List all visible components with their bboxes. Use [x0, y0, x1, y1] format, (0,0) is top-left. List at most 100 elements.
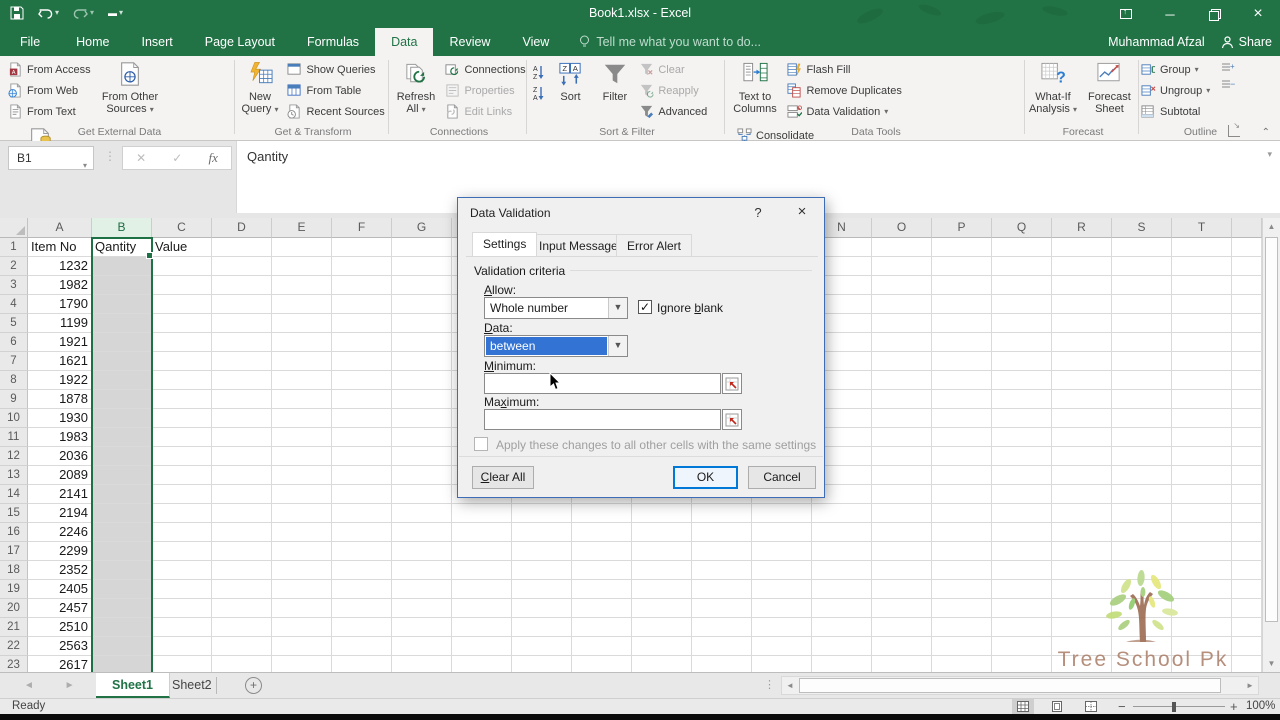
- cell-D23[interactable]: [212, 656, 272, 672]
- cell-B5[interactable]: [92, 314, 152, 333]
- cell-E20[interactable]: [272, 599, 332, 618]
- cell-C1[interactable]: Value: [152, 238, 212, 257]
- cell-A20[interactable]: 2457: [28, 599, 92, 618]
- cell-O18[interactable]: [872, 561, 932, 580]
- data-dropdown-icon[interactable]: ▼: [608, 336, 627, 356]
- tab-review[interactable]: Review: [433, 28, 506, 56]
- cell-R14[interactable]: [1052, 485, 1112, 504]
- cell-M16[interactable]: [752, 523, 812, 542]
- cell-S7[interactable]: [1112, 352, 1172, 371]
- vertical-scrollbar[interactable]: ▲ ▼: [1262, 218, 1280, 672]
- cell-L19[interactable]: [692, 580, 752, 599]
- cell-S8[interactable]: [1112, 371, 1172, 390]
- column-header-Q[interactable]: Q: [992, 218, 1052, 238]
- cell-C10[interactable]: [152, 409, 212, 428]
- tab-page-layout[interactable]: Page Layout: [189, 28, 291, 56]
- column-header-P[interactable]: P: [932, 218, 992, 238]
- cell-partial14[interactable]: [1232, 485, 1262, 504]
- cell-A9[interactable]: 1878: [28, 390, 92, 409]
- row-header-6[interactable]: 6: [0, 333, 28, 352]
- cell-O12[interactable]: [872, 447, 932, 466]
- cell-B1[interactable]: Qantity: [92, 238, 152, 257]
- outline-dialog-launcher[interactable]: [1228, 125, 1240, 137]
- cell-T5[interactable]: [1172, 314, 1232, 333]
- cell-R8[interactable]: [1052, 371, 1112, 390]
- cell-H18[interactable]: [452, 561, 512, 580]
- cell-O13[interactable]: [872, 466, 932, 485]
- insert-function-icon[interactable]: fx: [209, 150, 218, 166]
- cell-G6[interactable]: [392, 333, 452, 352]
- cell-T7[interactable]: [1172, 352, 1232, 371]
- cell-B10[interactable]: [92, 409, 152, 428]
- column-header-D[interactable]: D: [212, 218, 272, 238]
- cell-C11[interactable]: [152, 428, 212, 447]
- cell-P13[interactable]: [932, 466, 992, 485]
- cell-L22[interactable]: [692, 637, 752, 656]
- cell-partial10[interactable]: [1232, 409, 1262, 428]
- tab-home[interactable]: Home: [60, 28, 125, 56]
- cell-C9[interactable]: [152, 390, 212, 409]
- cell-F14[interactable]: [332, 485, 392, 504]
- cell-G2[interactable]: [392, 257, 452, 276]
- cell-B2[interactable]: [92, 257, 152, 276]
- cell-C13[interactable]: [152, 466, 212, 485]
- subtotal-button[interactable]: Subtotal: [1141, 101, 1210, 122]
- cell-T13[interactable]: [1172, 466, 1232, 485]
- cell-T8[interactable]: [1172, 371, 1232, 390]
- cell-O1[interactable]: [872, 238, 932, 257]
- cell-J16[interactable]: [572, 523, 632, 542]
- cell-P15[interactable]: [932, 504, 992, 523]
- cell-G3[interactable]: [392, 276, 452, 295]
- cell-Q7[interactable]: [992, 352, 1052, 371]
- cell-G19[interactable]: [392, 580, 452, 599]
- cell-P22[interactable]: [932, 637, 992, 656]
- cell-B20[interactable]: [92, 599, 152, 618]
- row-header-22[interactable]: 22: [0, 637, 28, 656]
- cell-D7[interactable]: [212, 352, 272, 371]
- cell-R3[interactable]: [1052, 276, 1112, 295]
- cell-D15[interactable]: [212, 504, 272, 523]
- column-header-partial[interactable]: [1232, 218, 1262, 238]
- cell-E16[interactable]: [272, 523, 332, 542]
- cell-Q17[interactable]: [992, 542, 1052, 561]
- cell-S20[interactable]: [1112, 599, 1172, 618]
- cell-E8[interactable]: [272, 371, 332, 390]
- cell-Q15[interactable]: [992, 504, 1052, 523]
- cell-E17[interactable]: [272, 542, 332, 561]
- cell-K20[interactable]: [632, 599, 692, 618]
- cell-partial18[interactable]: [1232, 561, 1262, 580]
- row-header-7[interactable]: 7: [0, 352, 28, 371]
- scroll-up-icon[interactable]: ▲: [1263, 218, 1280, 235]
- cell-S10[interactable]: [1112, 409, 1172, 428]
- cell-K15[interactable]: [632, 504, 692, 523]
- row-header-9[interactable]: 9: [0, 390, 28, 409]
- cell-Q23[interactable]: [992, 656, 1052, 672]
- ribbon-display-options-button[interactable]: [1104, 0, 1148, 28]
- cell-O7[interactable]: [872, 352, 932, 371]
- recent-sources-button[interactable]: Recent Sources: [287, 101, 384, 122]
- cell-O9[interactable]: [872, 390, 932, 409]
- cell-D17[interactable]: [212, 542, 272, 561]
- cell-E3[interactable]: [272, 276, 332, 295]
- cell-P17[interactable]: [932, 542, 992, 561]
- cell-O2[interactable]: [872, 257, 932, 276]
- cell-B8[interactable]: [92, 371, 152, 390]
- cell-H20[interactable]: [452, 599, 512, 618]
- cell-O3[interactable]: [872, 276, 932, 295]
- cell-J22[interactable]: [572, 637, 632, 656]
- maximum-range-selector-button[interactable]: [722, 409, 742, 430]
- cell-P6[interactable]: [932, 333, 992, 352]
- cell-partial4[interactable]: [1232, 295, 1262, 314]
- cell-T3[interactable]: [1172, 276, 1232, 295]
- forecast-sheet-button[interactable]: Forecast Sheet: [1083, 56, 1135, 115]
- name-box[interactable]: B1▾: [8, 146, 94, 170]
- cell-K23[interactable]: [632, 656, 692, 672]
- show-detail-icon[interactable]: +: [1221, 62, 1235, 74]
- cell-H22[interactable]: [452, 637, 512, 656]
- cell-O23[interactable]: [872, 656, 932, 672]
- cell-P5[interactable]: [932, 314, 992, 333]
- cell-A17[interactable]: 2299: [28, 542, 92, 561]
- cell-O5[interactable]: [872, 314, 932, 333]
- cell-G11[interactable]: [392, 428, 452, 447]
- advanced-filter-button[interactable]: Advanced: [639, 101, 707, 122]
